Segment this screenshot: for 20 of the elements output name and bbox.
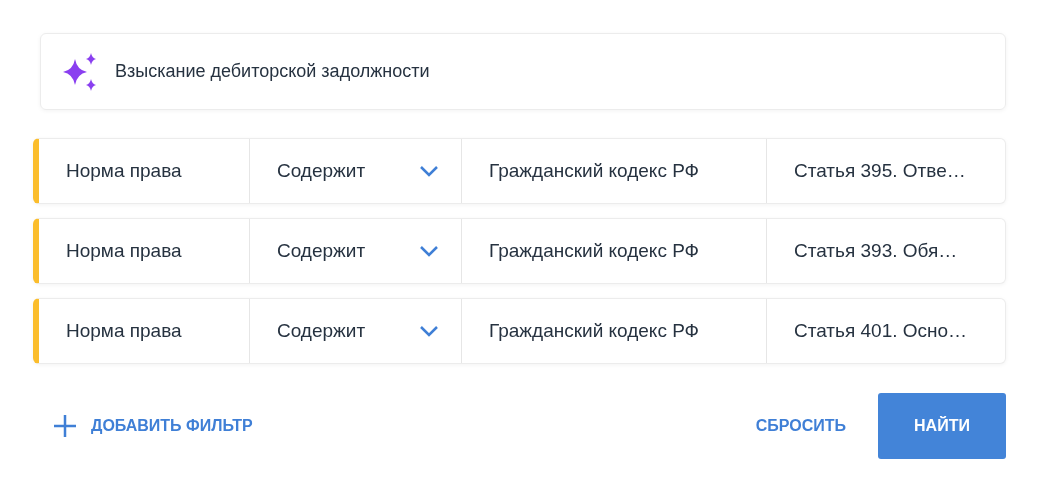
field-cell[interactable]: Норма права [39,139,250,203]
operator-dropdown[interactable]: Содержит [250,299,462,363]
plus-icon [53,414,77,438]
operator-dropdown[interactable]: Содержит [250,139,462,203]
chevron-down-icon [419,165,439,177]
source-cell[interactable]: Гражданский кодекс РФ [462,139,767,203]
add-filter-button[interactable]: ДОБАВИТЬ ФИЛЬТР [53,414,253,438]
source-cell[interactable]: Гражданский кодекс РФ [462,299,767,363]
reset-button[interactable]: СБРОСИТЬ [755,417,846,435]
value-cell[interactable]: Статья 393. Обя… [767,219,1005,283]
source-cell[interactable]: Гражданский кодекс РФ [462,219,767,283]
search-button[interactable]: НАЙТИ [878,393,1006,459]
value-cell[interactable]: Статья 395. Отве… [767,139,1005,203]
chevron-down-icon [419,245,439,257]
chevron-down-icon [419,325,439,337]
field-cell[interactable]: Норма права [39,299,250,363]
operator-dropdown[interactable]: Содержит [250,219,462,283]
field-cell[interactable]: Норма права [39,219,250,283]
query-text: Взыскание дебиторской задолжности [115,61,430,82]
value-cell[interactable]: Статья 401. Осно… [767,299,1005,363]
